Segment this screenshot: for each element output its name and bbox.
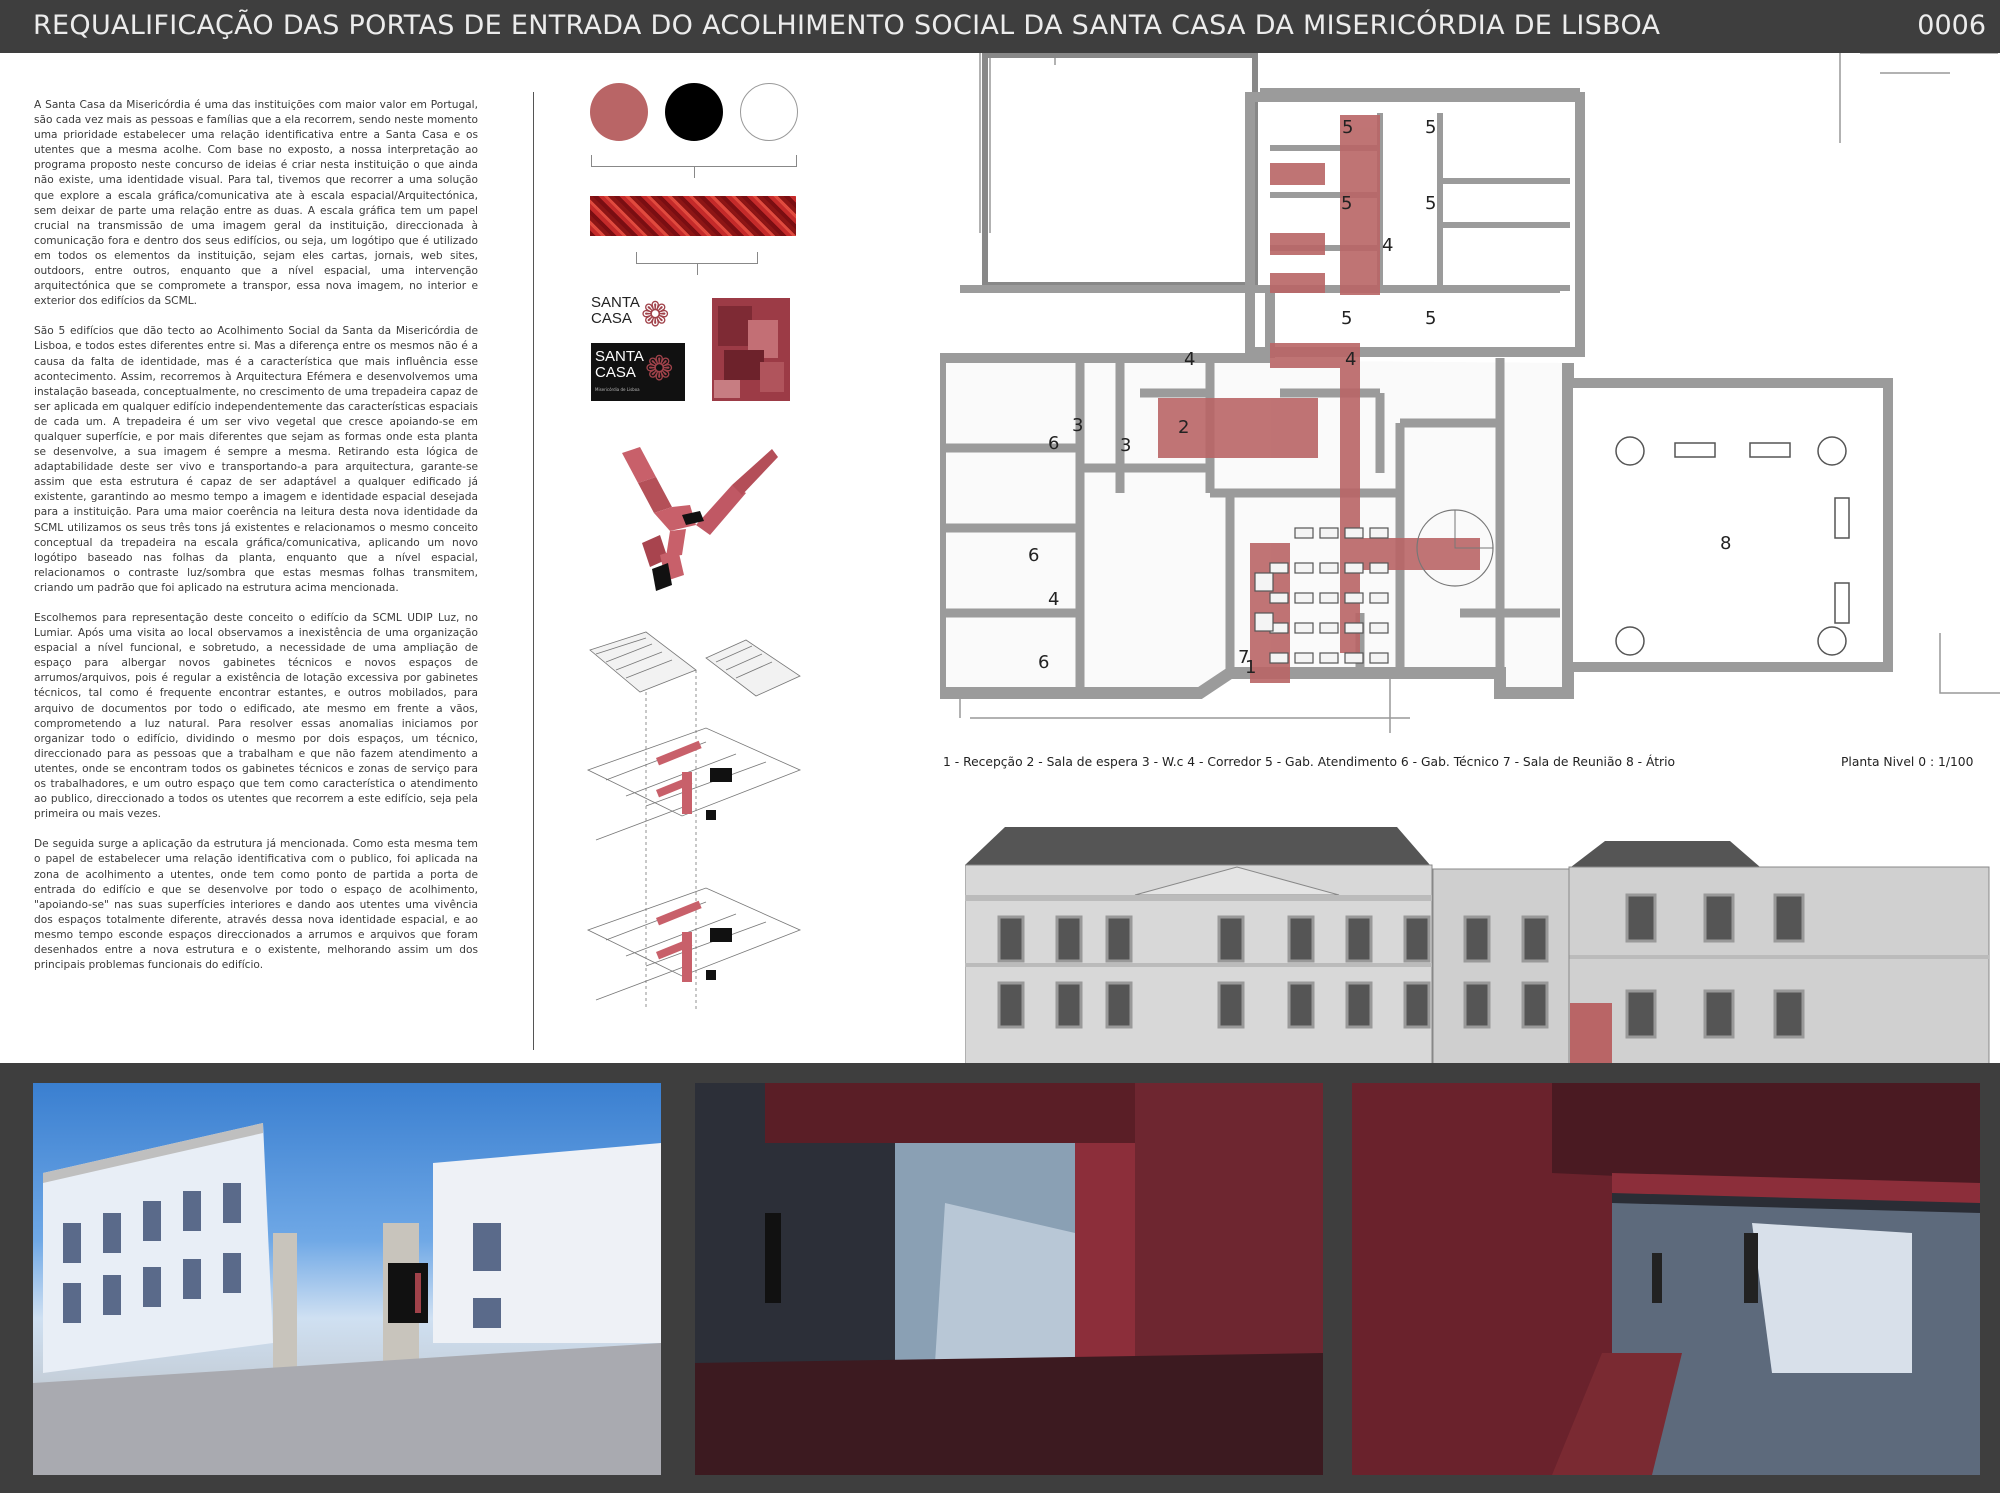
logo-word-santa: SANTA [591,294,640,311]
room-label-7: 7 [1238,647,1249,668]
room-label-8: 8 [1720,533,1731,554]
paragraph: De seguida surge a aplicação da estrutur… [34,838,478,972]
render-interior-staircase [695,1083,1323,1475]
logo-subtitle: Misericórdia de Lisboa [595,387,640,392]
paragraph: São 5 edifícios que dão tecto ao Acolhim… [34,325,478,594]
room-label-2: 2 [1178,417,1189,438]
plan-scale: Planta Nivel 0 : 1/100 [1841,755,1974,769]
paragraph: A Santa Casa da Misericórdia é uma das i… [34,99,478,308]
sheet-title: REQUALIFICAÇÃO DAS PORTAS DE ENTRADA DO … [33,10,1661,41]
room-label-4: 4 [1382,235,1393,256]
room-label-5: 5 [1342,117,1353,138]
color-swatch-black [665,83,723,141]
room-label-3: 3 [1072,415,1083,436]
project-description: A Santa Casa da Misericórdia é uma das i… [34,98,478,988]
logo-word-casa: CASA [595,364,636,381]
plan-legend: 1 - Recepção 2 - Sala de espera 3 - W.c … [943,755,1676,769]
column-divider [533,92,534,1050]
room-label-5: 5 [1341,193,1352,214]
color-swatch-white [740,83,798,141]
room-label-4: 4 [1184,349,1195,370]
room-label-3: 3 [1120,435,1131,456]
render-interior-corridor [1352,1083,1980,1475]
color-swatch-rose [590,83,648,141]
exploded-axonometric [586,631,802,1010]
room-label-5: 5 [1425,308,1436,329]
logo-word-santa: SANTA [595,348,644,365]
logo-word-casa: CASA [591,310,632,327]
room-label-6: 6 [1048,433,1059,454]
leaf-shadow-pattern [712,298,790,401]
room-label-5: 5 [1425,117,1436,138]
paragraph: Escolhemos para representação deste conc… [34,612,478,821]
connector-bracket [636,252,758,275]
front-elevation [965,827,1990,1065]
room-label-5: 5 [1425,193,1436,214]
render-exterior [33,1083,661,1475]
room-label-6: 6 [1028,545,1039,566]
room-label-5: 5 [1341,308,1352,329]
room-label-4: 4 [1345,349,1356,370]
room-label-6: 6 [1038,652,1049,673]
structure-isometric [622,447,778,591]
title-bar: REQUALIFICAÇÃO DAS PORTAS DE ENTRADA DO … [0,0,2000,53]
logo-dark: SANTA CASA ❁ Misericórdia de Lisboa [591,343,685,401]
sheet-number: 0006 [1917,10,1986,41]
room-label-4: 4 [1048,589,1059,610]
floor-plan-level-0: 1 2 3 3 4 4 4 4 5 5 5 5 5 5 6 6 6 7 8 [940,53,2000,733]
maple-leaf-icon: ❁ [645,349,674,389]
connector-bracket [591,155,797,178]
logo-light: SANTA CASA ❁ [591,294,685,336]
leaf-texture-strip [590,196,796,236]
maple-leaf-icon: ❁ [641,295,670,335]
